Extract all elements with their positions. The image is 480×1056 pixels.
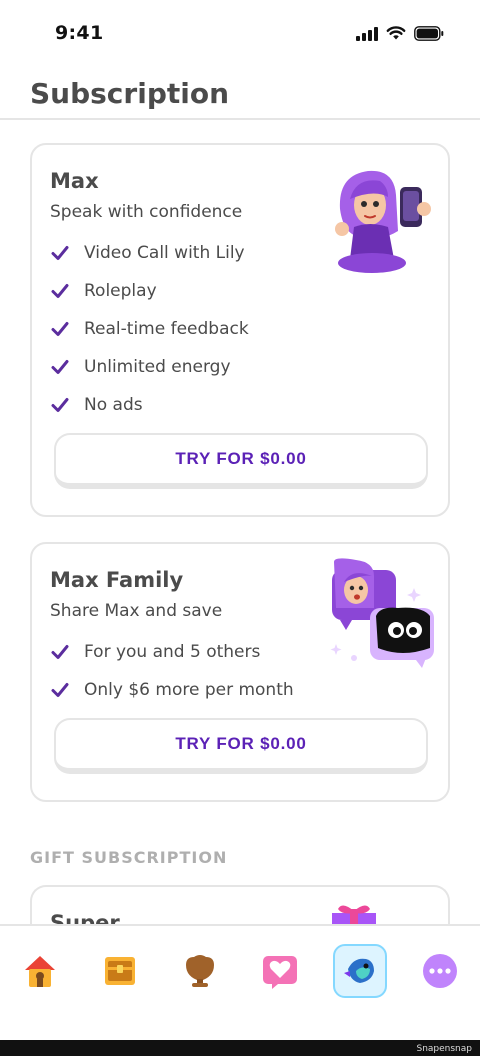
more-dots-icon [423, 954, 457, 988]
check-icon [51, 322, 69, 336]
trophy-icon [186, 955, 214, 987]
check-icon [51, 246, 69, 260]
check-icon [51, 398, 69, 412]
feature-label: For you and 5 others [84, 642, 261, 662]
feature-item: Only $6 more per month [50, 677, 294, 703]
plan-subtitle: Speak with confidence [50, 202, 243, 222]
nav-more-button[interactable] [413, 944, 467, 998]
nav-subscription-button[interactable] [333, 944, 387, 998]
nav-leagues-button[interactable] [173, 944, 227, 998]
page-title: Subscription [30, 77, 230, 110]
plan-title: Max Family [50, 568, 184, 592]
page-header: Subscription [0, 68, 480, 120]
status-bar: 9:41 [0, 0, 480, 68]
feature-item: Unlimited energy [50, 354, 231, 380]
family-video-call-illustration [330, 558, 434, 668]
feature-item: Video Call with Lily [50, 240, 245, 266]
plan-card-max: Max Speak with confidence Video Call wit… [30, 143, 450, 517]
feature-label: Roleplay [84, 281, 157, 301]
cellular-signal-icon [356, 26, 378, 41]
heart-icon [263, 956, 297, 989]
check-icon [51, 645, 69, 659]
wifi-icon [386, 26, 406, 40]
status-icons [356, 26, 444, 41]
bottom-nav [0, 924, 480, 1040]
lily-video-call-illustration [335, 170, 431, 273]
check-icon [51, 284, 69, 298]
plan-subtitle: Share Max and save [50, 601, 223, 621]
feature-item: Real-time feedback [50, 316, 249, 342]
plan-title: Max [50, 169, 99, 193]
status-time: 9:41 [55, 22, 104, 44]
nav-home-button[interactable] [13, 944, 67, 998]
duo-bird-icon [344, 958, 374, 983]
house-icon [25, 956, 55, 987]
feature-label: Only $6 more per month [84, 680, 294, 700]
watermark: Snapensnap [416, 1044, 472, 1054]
feature-label: Real-time feedback [84, 319, 249, 339]
gift-subscription-heading: GIFT SUBSCRIPTION [30, 848, 228, 867]
nav-health-button[interactable] [253, 944, 307, 998]
home-indicator-bar [0, 1040, 480, 1056]
battery-icon [414, 26, 444, 41]
feature-item: Roleplay [50, 278, 157, 304]
nav-chest-button[interactable] [93, 944, 147, 998]
feature-label: No ads [84, 395, 143, 415]
check-icon [51, 360, 69, 374]
try-max-family-button[interactable]: TRY FOR $0.00 [54, 718, 428, 774]
try-max-button[interactable]: TRY FOR $0.00 [54, 433, 428, 489]
feature-item: No ads [50, 392, 143, 418]
plan-card-max-family: Max Family Share Max and save For you an… [30, 542, 450, 802]
feature-label: Video Call with Lily [84, 243, 245, 263]
feature-item: For you and 5 others [50, 639, 260, 665]
treasure-chest-icon [105, 957, 135, 985]
check-icon [51, 683, 69, 697]
feature-label: Unlimited energy [84, 357, 231, 377]
